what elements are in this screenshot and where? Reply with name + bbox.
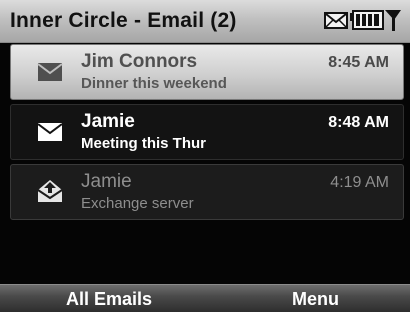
message-subject: Exchange server bbox=[81, 195, 194, 212]
message-row-selected[interactable]: Jim Connors Dinner this weekend 8:45 AM bbox=[10, 44, 404, 100]
status-icons bbox=[324, 8, 402, 32]
menu-softkey[interactable]: Menu bbox=[292, 289, 339, 310]
message-time: 8:45 AM bbox=[328, 54, 389, 71]
open-envelope-icon bbox=[37, 180, 63, 202]
email-screen: Inner Circle - Email (2) Jim Connors Din… bbox=[0, 0, 410, 312]
signal-icon bbox=[385, 10, 401, 31]
message-subject: Meeting this Thur bbox=[81, 135, 206, 152]
message-sender: Jim Connors bbox=[81, 51, 198, 72]
page-title: Inner Circle - Email (2) bbox=[10, 9, 237, 32]
envelope-icon bbox=[37, 63, 63, 81]
message-time: 8:48 AM bbox=[328, 114, 389, 131]
softkey-bar: All Emails Menu bbox=[0, 284, 410, 312]
envelope-icon bbox=[324, 12, 348, 29]
title-bar: Inner Circle - Email (2) bbox=[0, 0, 410, 43]
message-row-read[interactable]: Jamie Exchange server 4:19 AM bbox=[10, 164, 404, 220]
envelope-icon bbox=[37, 123, 63, 141]
all-emails-softkey[interactable]: All Emails bbox=[66, 289, 152, 310]
message-subject: Dinner this weekend bbox=[81, 75, 227, 92]
message-row-unread[interactable]: Jamie Meeting this Thur 8:48 AM bbox=[10, 104, 404, 160]
message-time: 4:19 AM bbox=[330, 174, 389, 191]
battery-icon bbox=[350, 10, 384, 30]
message-sender: Jamie bbox=[81, 111, 135, 132]
message-sender: Jamie bbox=[81, 171, 132, 192]
